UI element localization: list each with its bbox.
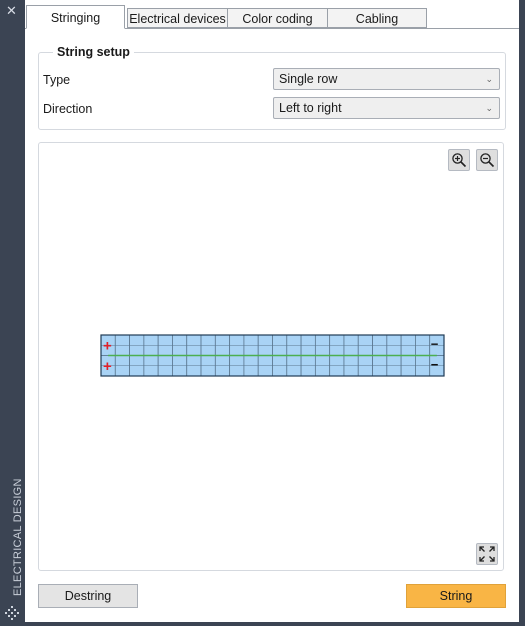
zoom-out-icon: [480, 153, 495, 168]
direction-label: Direction: [43, 102, 93, 116]
type-select-value: Single row: [279, 72, 338, 86]
tab-electrical-devices[interactable]: Electrical devices: [127, 8, 228, 28]
direction-select-value: Left to right: [279, 101, 342, 115]
tab-bar: Stringing Electrical devices Color codin…: [25, 0, 519, 29]
string-setup-group: String setup Type Single row ⌄ Direction…: [38, 45, 506, 130]
string-setup-title: String setup: [53, 45, 134, 59]
tab-cabling[interactable]: Cabling: [327, 8, 427, 28]
negative-terminal: −: [431, 357, 439, 372]
string-preview-canvas[interactable]: + − + −: [38, 142, 504, 571]
pv-array[interactable]: + − + −: [100, 334, 445, 377]
zoom-in-icon: [452, 153, 467, 168]
direction-select[interactable]: Left to right ⌄: [273, 97, 500, 119]
tab-stringing[interactable]: Stringing: [26, 5, 125, 29]
chevron-down-icon: ⌄: [485, 74, 493, 84]
stringing-panel: Stringing Electrical devices Color codin…: [25, 0, 519, 622]
drag-grip-icon[interactable]: [4, 605, 20, 621]
positive-terminal: +: [103, 337, 112, 354]
tab-color-coding[interactable]: Color coding: [227, 8, 328, 28]
palette-title: ELECTRICAL DESIGN: [12, 478, 24, 596]
type-label: Type: [43, 73, 71, 87]
zoom-out-button[interactable]: [476, 149, 498, 171]
positive-terminal: +: [103, 358, 112, 375]
close-icon[interactable]: ✕: [6, 4, 17, 17]
fit-to-screen-icon: [479, 546, 495, 562]
type-select[interactable]: Single row ⌄: [273, 68, 500, 90]
string-button[interactable]: String: [406, 584, 506, 608]
chevron-down-icon: ⌄: [485, 103, 493, 113]
side-rail: ✕ ELECTRICAL DESIGN: [0, 0, 25, 626]
destring-button[interactable]: Destring: [38, 584, 138, 608]
negative-terminal: −: [431, 336, 439, 351]
zoom-in-button[interactable]: [448, 149, 470, 171]
fit-to-screen-button[interactable]: [476, 543, 498, 565]
